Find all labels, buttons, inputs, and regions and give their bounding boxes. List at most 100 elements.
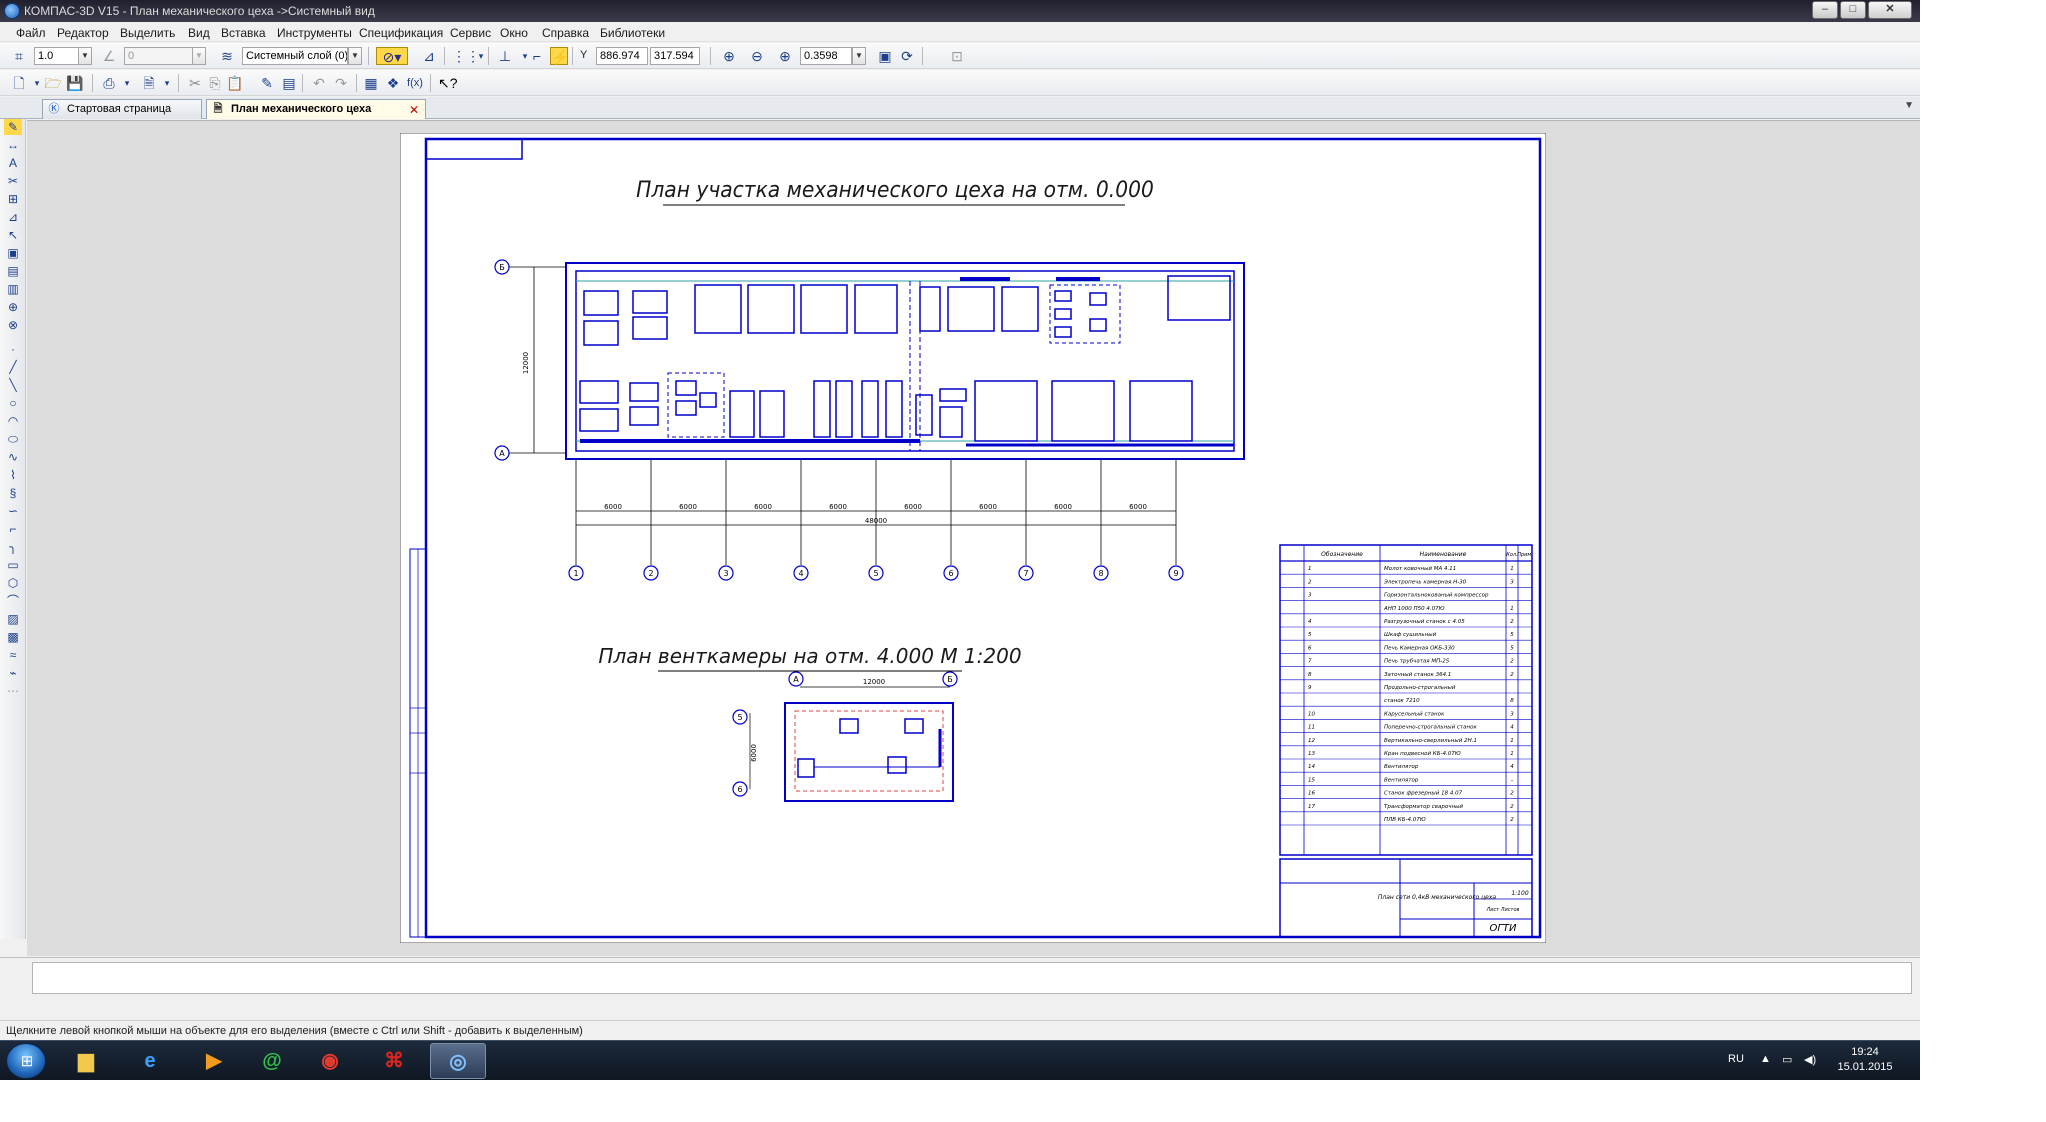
rectangle-icon[interactable]: ▭ [4,557,22,573]
cursor-y-field[interactable]: 317.594 [650,47,700,65]
circle-icon[interactable]: ○ [4,395,22,411]
bezier-icon[interactable]: ∽ [4,503,22,519]
mail-agent-taskbar-button[interactable]: @ [244,1043,300,1079]
copy-icon[interactable]: ⎘ [206,74,224,92]
context-help-icon[interactable]: ↖? [438,74,458,92]
geometry-panel-icon[interactable]: ✎ [4,119,22,135]
print-dropdown-icon[interactable]: ▾ [118,74,136,92]
snap-mode-button[interactable]: ⊘▾ [376,47,408,65]
segment-icon[interactable]: ╲ [4,377,22,393]
fill-icon[interactable]: ▩ [4,629,22,645]
menu-tools[interactable]: Инструменты [277,26,352,40]
auxiliary-line-icon[interactable]: ╱ [4,359,22,375]
tab-start-page[interactable]: Ⓚ Стартовая страница [42,99,202,119]
paste-icon[interactable]: 📋 [226,74,244,92]
maximize-button[interactable]: □ [1840,1,1866,19]
redo-icon[interactable]: ↷ [332,74,350,92]
menu-view[interactable]: Вид [188,26,210,40]
parametrization-panel-icon[interactable]: ⊞ [4,191,22,207]
language-indicator[interactable]: RU [1728,1053,1744,1065]
break-line-icon[interactable]: ⌁ [4,665,22,681]
menu-select[interactable]: Выделить [120,26,175,40]
hatch-icon[interactable]: ▨ [4,611,22,627]
polygon-icon[interactable]: ⬡ [4,575,22,591]
zoom-dropdown-arrow[interactable]: ▼ [852,47,866,65]
menu-service[interactable]: Сервис [450,26,491,40]
new-document-icon[interactable]: 🗋 [10,74,28,92]
point-icon[interactable]: · [4,341,22,357]
taskbar-clock[interactable]: 19:24 15.01.2015 [1830,1045,1900,1075]
tab-close-icon[interactable]: ✕ [409,101,419,119]
designations-panel-icon[interactable]: A [4,155,22,171]
menu-help[interactable]: Справка [542,26,589,40]
manager-icon[interactable]: ▦ [362,74,380,92]
volume-icon[interactable]: ◀) [1804,1053,1816,1066]
preview-dropdown-icon[interactable]: ▾ [158,74,176,92]
insert-panel-icon[interactable]: ⊕ [4,299,22,315]
close-button[interactable]: ✕ [1868,1,1912,19]
drawing-workspace[interactable]: План участка механического цеха на отм. … [27,120,1920,956]
zoom-scale-icon[interactable]: ⊖ [748,47,766,65]
kompas-taskbar-button[interactable]: ◎ [430,1043,486,1079]
show-hidden-icons-icon[interactable]: ▲ [1760,1053,1771,1065]
variables-icon[interactable]: f(x) [406,74,424,92]
measure-panel-icon[interactable]: ⊿ [4,209,22,225]
properties-icon[interactable]: ▤ [280,74,298,92]
layer-icon[interactable]: ≋ [218,47,236,65]
parametric-mode-icon[interactable]: ⚡ [550,47,568,65]
show-all-icon[interactable]: ▣ [876,47,894,65]
local-snap-icon[interactable]: ⊿ [420,47,438,65]
fillet-icon[interactable]: ╮ [4,539,22,555]
dimensions-panel-icon[interactable]: ↔ [4,137,22,153]
spline-icon[interactable]: ∿ [4,449,22,465]
media-player-taskbar-button[interactable]: ▶ [186,1043,242,1079]
ie-taskbar-button[interactable]: e [122,1043,178,1079]
ortho-mode-icon[interactable]: ⌐ [528,47,546,65]
equidistant-icon[interactable]: ⋯ [4,683,22,699]
contour-icon[interactable]: ⌒ [4,593,22,609]
ellipse-icon[interactable]: ⬭ [4,431,22,447]
save-icon[interactable]: 💾 [66,74,84,92]
spec-panel-icon[interactable]: ▤ [4,263,22,279]
drawing-sheet[interactable]: План участка механического цеха на отм. … [400,133,1546,943]
local-cs-icon[interactable]: ⊥ [496,47,514,65]
reports-panel-icon[interactable]: ▥ [4,281,22,297]
zoom-field[interactable]: 0.3598 [800,47,852,65]
zoom-in-icon[interactable]: ⊕ [776,47,794,65]
step-dropdown-arrow[interactable]: ▼ [78,47,92,65]
tab-mech-shop-plan[interactable]: 🗎 План механического цеха ✕ [206,99,426,119]
layer-field[interactable]: Системный слой (0) [242,47,348,65]
layer-dropdown-arrow[interactable]: ▼ [348,47,362,65]
menu-window[interactable]: Окно [500,26,528,40]
print-icon[interactable]: ⎙ [100,74,118,92]
edit-panel-icon[interactable]: ✂ [4,173,22,189]
copy-properties-icon[interactable]: ✎ [258,74,276,92]
menu-file[interactable]: Файл [16,26,46,40]
select-panel-icon[interactable]: ↖ [4,227,22,243]
menu-libraries[interactable]: Библиотеки [600,26,665,40]
chamfer-icon[interactable]: ⌐ [4,521,22,537]
properties-panel-field[interactable] [32,962,1912,994]
explorer-taskbar-button[interactable]: ▆ [58,1043,114,1079]
grid-step-icon[interactable]: ⌗ [10,47,28,65]
minimize-button[interactable]: – [1812,1,1838,19]
library-manager-icon[interactable]: ❖ [384,74,402,92]
cursor-x-field[interactable]: 886.974 [596,47,648,65]
associative-views-icon[interactable]: ▣ [4,245,22,261]
arc-icon[interactable]: ◠ [4,413,22,429]
chrome-taskbar-button[interactable]: ◉ [302,1043,358,1079]
refresh-view-icon[interactable]: ⟳ [898,47,916,65]
menu-specification[interactable]: Спецификация [359,26,443,40]
polyline-icon[interactable]: ⌇ [4,467,22,483]
acrobat-taskbar-button[interactable]: ⌘ [366,1043,422,1079]
grid-icon[interactable]: ⋮⋮ [452,47,480,65]
open-folder-icon[interactable]: 🗁 [44,74,62,92]
undo-icon[interactable]: ↶ [310,74,328,92]
library-panel-icon[interactable]: ⊗ [4,317,22,333]
nurbs-icon[interactable]: § [4,485,22,501]
print-preview-icon[interactable]: 🗎 [140,74,158,92]
cut-icon[interactable]: ✂ [186,74,204,92]
step-field[interactable]: 1.0 [34,47,80,65]
start-button[interactable]: ⊞ [6,1043,46,1079]
tabs-menu-icon[interactable]: ▼ [1904,100,1914,111]
